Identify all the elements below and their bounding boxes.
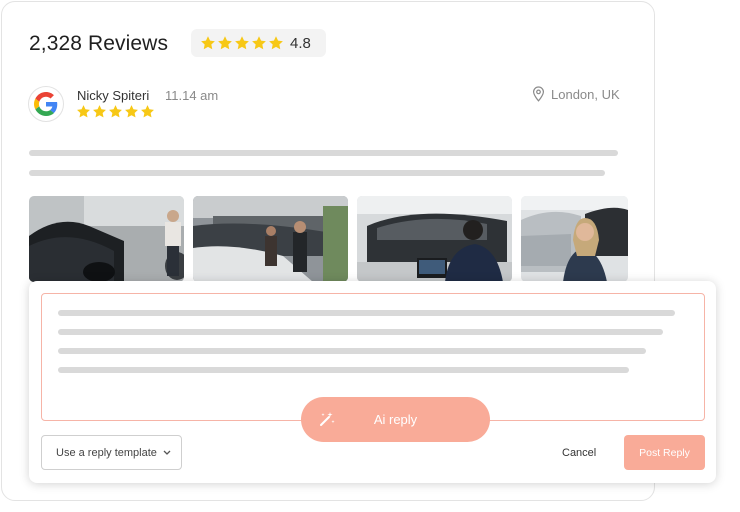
overall-rating-badge: 4.8 xyxy=(191,29,326,57)
cancel-button[interactable]: Cancel xyxy=(562,447,596,459)
star-icon xyxy=(93,105,106,118)
post-reply-button[interactable]: Post Reply xyxy=(624,435,705,470)
reviewer-rating-stars xyxy=(76,104,155,119)
review-text-line xyxy=(29,150,618,156)
review-location: London, UK xyxy=(532,86,620,102)
ai-reply-button[interactable]: Ai reply xyxy=(301,397,490,442)
overall-rating-value: 4.8 xyxy=(290,34,311,52)
photo-smiling-woman-car xyxy=(521,196,628,282)
review-photo-3[interactable] xyxy=(357,196,512,282)
star-icon xyxy=(218,36,232,50)
photo-car-showroom-woman xyxy=(29,196,184,282)
chevron-down-icon xyxy=(163,450,171,455)
ai-reply-label: Ai reply xyxy=(373,412,418,427)
reply-text-line xyxy=(58,348,646,354)
star-icon xyxy=(141,105,154,118)
star-icon xyxy=(77,105,90,118)
star-icon xyxy=(235,36,249,50)
review-text-line xyxy=(29,170,605,176)
google-icon xyxy=(34,92,58,116)
photo-showroom-people xyxy=(193,196,348,282)
star-icon xyxy=(252,36,266,50)
photo-office-worker xyxy=(357,196,512,282)
magic-wand-icon xyxy=(320,412,335,426)
review-photo-4[interactable] xyxy=(521,196,628,282)
location-pin-icon xyxy=(532,86,545,102)
star-icon xyxy=(269,36,283,50)
reviewer-name: Nicky Spiteri xyxy=(77,88,150,103)
star-icon xyxy=(201,36,215,50)
star-icon xyxy=(109,105,122,118)
google-avatar xyxy=(28,86,64,122)
review-photo-1[interactable] xyxy=(29,196,184,282)
reply-template-select[interactable]: Use a reply template xyxy=(41,435,182,470)
review-time: 11.14 am xyxy=(165,88,219,103)
reply-template-label: Use a reply template xyxy=(56,446,157,459)
reply-text-line xyxy=(58,329,663,335)
star-icon xyxy=(125,105,138,118)
review-photo-2[interactable] xyxy=(193,196,348,282)
reply-text-line xyxy=(58,367,629,373)
overall-rating-stars xyxy=(200,35,284,51)
reply-text-line xyxy=(58,310,675,316)
location-text: London, UK xyxy=(551,86,620,102)
reviews-count-title: 2,328 Reviews xyxy=(29,32,169,55)
